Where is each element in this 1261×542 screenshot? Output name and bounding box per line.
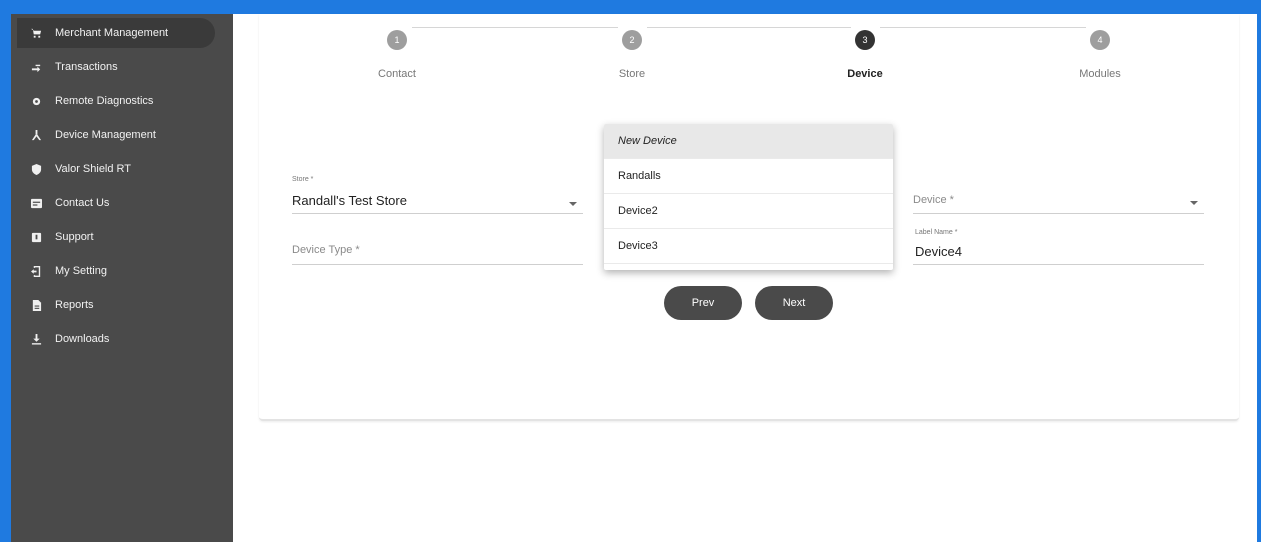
label-name-label: Label Name * xyxy=(915,229,958,236)
settings-door-icon xyxy=(29,264,43,278)
gear-icon xyxy=(29,94,43,108)
store-select-label: Store * xyxy=(292,176,314,183)
step-2-label: Store xyxy=(618,68,646,80)
device-type-placeholder: Device Type * xyxy=(292,244,360,256)
sidebar-item-label: Device Management xyxy=(55,129,156,141)
sidebar-item-transactions[interactable]: Transactions xyxy=(17,52,215,82)
step-3-label: Device xyxy=(847,68,883,80)
prev-button[interactable]: Prev xyxy=(664,286,742,320)
chevron-down-icon xyxy=(1190,201,1198,205)
sidebar-item-label: Transactions xyxy=(55,61,118,73)
sidebar-item-label: Remote Diagnostics xyxy=(55,95,154,107)
sidebar-item-reports[interactable]: Reports xyxy=(17,290,215,320)
dropdown-option[interactable]: Device3 xyxy=(604,229,893,264)
store-select[interactable]: Store * Randall's Test Store xyxy=(292,176,583,214)
step-connector xyxy=(412,27,618,28)
sidebar-item-support[interactable]: Support xyxy=(17,222,215,252)
sidebar-item-label: My Setting xyxy=(55,265,107,277)
sidebar-item-label: Reports xyxy=(55,299,94,311)
device-dropdown-menu: New Device Randalls Device2 Device3 xyxy=(604,124,893,270)
sidebar-item-label: Downloads xyxy=(55,333,110,345)
chevron-down-icon xyxy=(569,202,577,206)
report-icon xyxy=(29,298,43,312)
dropdown-option-new-device[interactable]: New Device xyxy=(604,124,893,159)
step-4-circle[interactable]: 4 xyxy=(1090,30,1110,50)
device-select[interactable]: Device * xyxy=(913,188,1204,214)
window-frame-top xyxy=(0,0,1261,14)
cart-icon xyxy=(29,26,43,40)
network-icon xyxy=(29,128,43,142)
sidebar-item-device-management[interactable]: Device Management xyxy=(17,120,215,150)
step-1-circle[interactable]: 1 xyxy=(387,30,407,50)
step-connector xyxy=(880,27,1086,28)
label-name-value: Device4 xyxy=(915,244,962,259)
contact-card-icon xyxy=(29,196,43,210)
sidebar-item-label: Contact Us xyxy=(55,197,110,209)
download-icon xyxy=(29,332,43,346)
device-type-field[interactable]: Device Type * xyxy=(292,236,583,265)
support-icon xyxy=(29,230,43,244)
transfer-icon xyxy=(29,60,43,74)
step-4-label: Modules xyxy=(1079,68,1121,80)
dropdown-option[interactable]: Device2 xyxy=(604,194,893,229)
sidebar-item-label: Valor Shield RT xyxy=(55,163,132,175)
sidebar-item-valor-shield-rt[interactable]: Valor Shield RT xyxy=(17,154,215,184)
sidebar-item-my-setting[interactable]: My Setting xyxy=(17,256,215,286)
sidebar-item-label: Support xyxy=(55,231,94,243)
sidebar-item-contact-us[interactable]: Contact Us xyxy=(17,188,215,218)
step-1-label: Contact xyxy=(378,68,416,80)
label-name-field[interactable]: Label Name * Device4 xyxy=(913,227,1204,265)
dropdown-option[interactable]: Randalls xyxy=(604,159,893,194)
step-connector xyxy=(647,27,851,28)
step-2-circle[interactable]: 2 xyxy=(622,30,642,50)
window-frame-right xyxy=(1257,0,1261,542)
sidebar-item-label: Merchant Management xyxy=(55,27,169,39)
sidebar-item-remote-diagnostics[interactable]: Remote Diagnostics xyxy=(17,86,215,116)
window-frame-left xyxy=(0,0,11,542)
sidebar-item-merchant-management[interactable]: Merchant Management xyxy=(17,18,215,48)
shield-icon xyxy=(29,162,43,176)
next-button[interactable]: Next xyxy=(755,286,833,320)
step-3-circle[interactable]: 3 xyxy=(855,30,875,50)
sidebar-item-downloads[interactable]: Downloads xyxy=(17,324,215,354)
store-select-value: Randall's Test Store xyxy=(292,193,407,208)
sidebar: Merchant Management Transactions Remote … xyxy=(11,14,233,542)
device-select-placeholder: Device * xyxy=(913,194,954,206)
